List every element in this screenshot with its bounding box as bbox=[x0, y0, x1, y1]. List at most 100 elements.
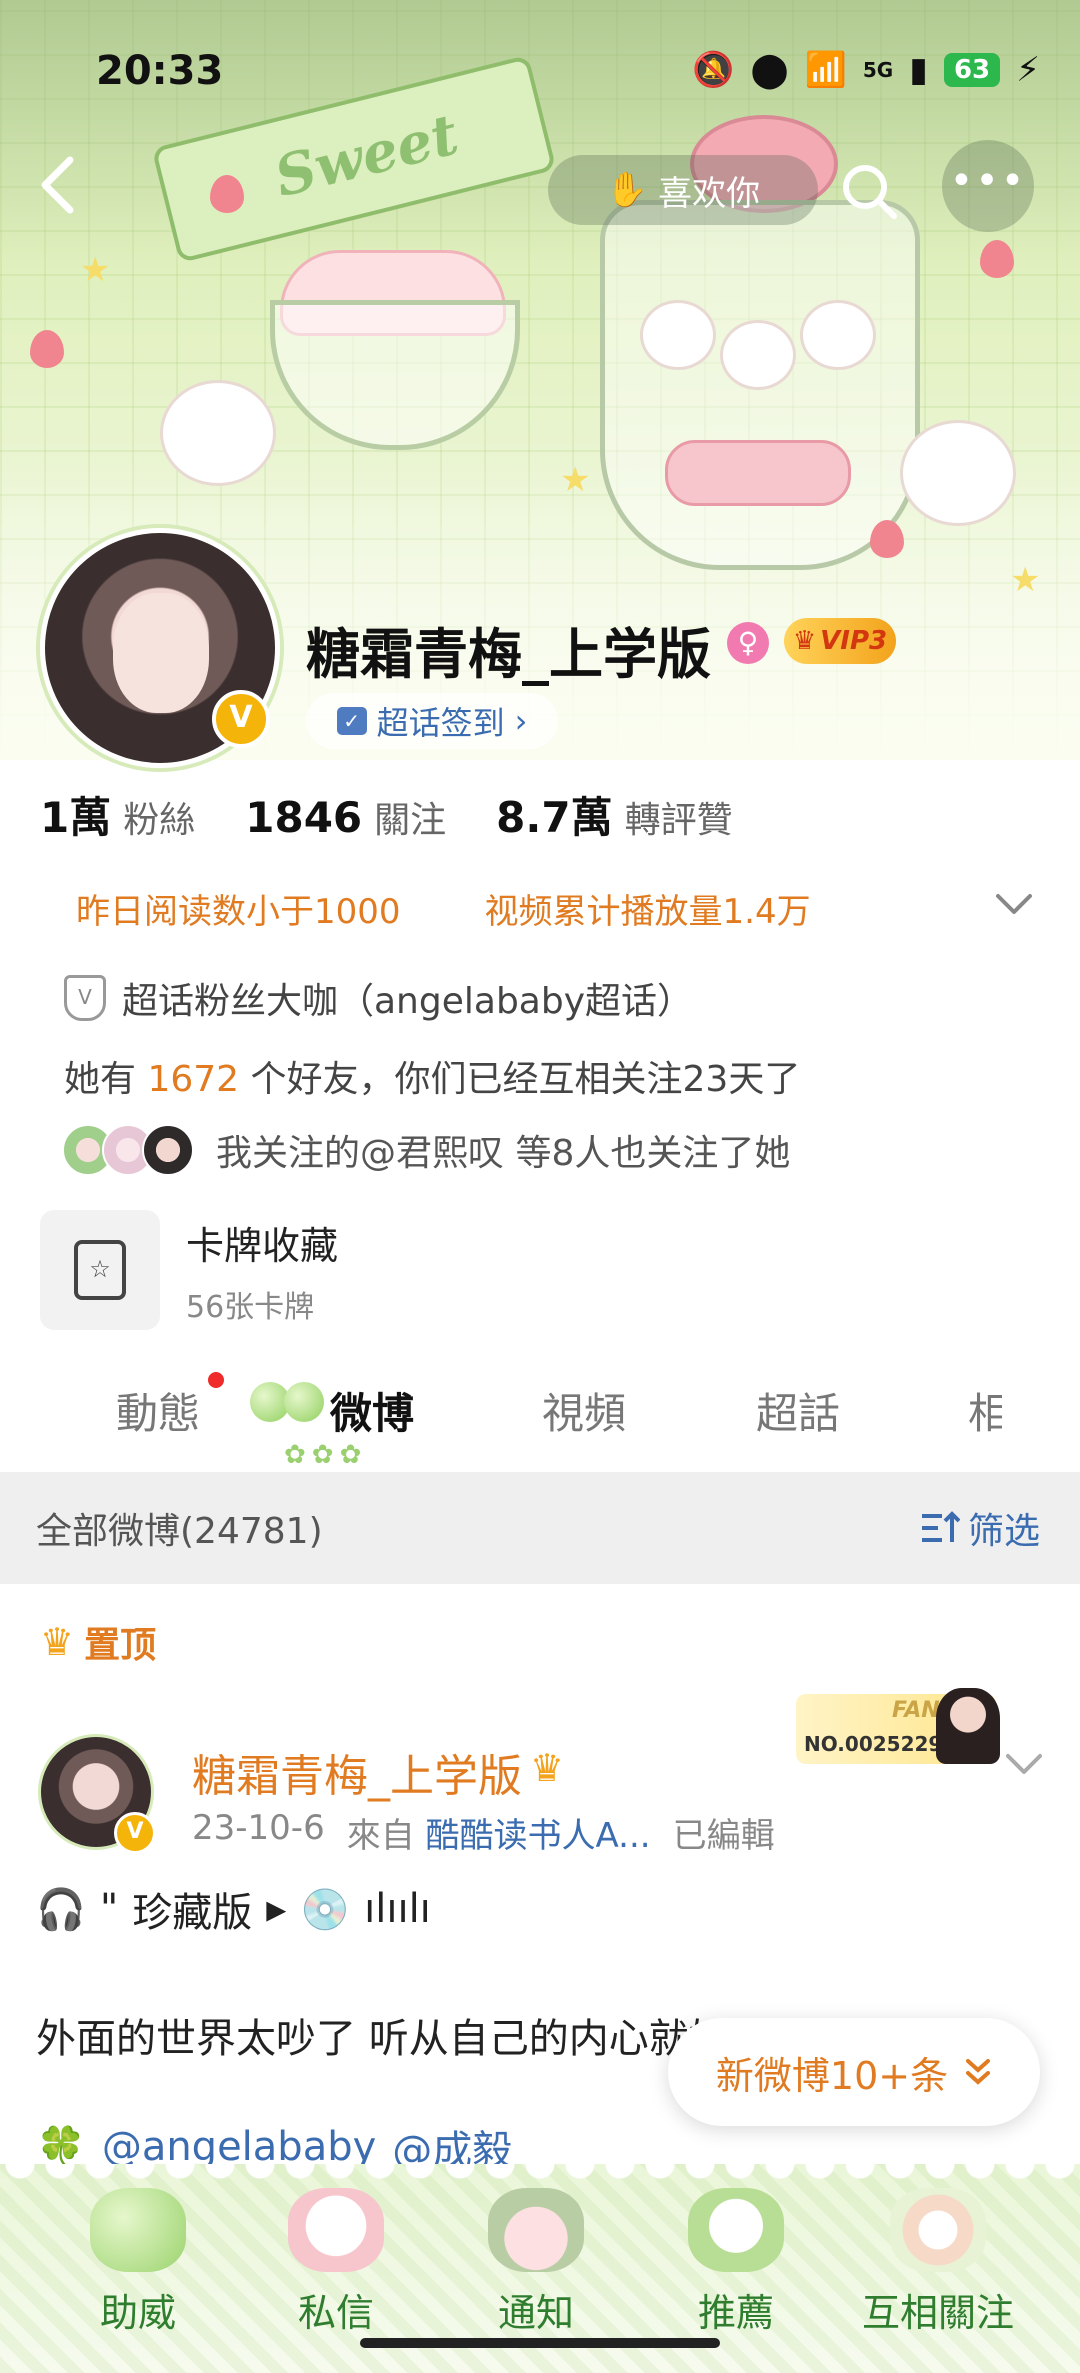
fans-number: NO.0025229 bbox=[804, 1732, 943, 1756]
from-prefix: 來自 bbox=[346, 1816, 415, 1856]
tab-supertopic[interactable]: 超話 bbox=[756, 1380, 840, 1441]
notify-label: 通知 bbox=[497, 2291, 574, 2335]
location-pin-icon: ⬤ bbox=[750, 50, 789, 90]
wifi-icon: 📶 bbox=[804, 50, 847, 90]
super-topic-checkin-button[interactable]: ✓ 超话签到 › bbox=[306, 693, 558, 749]
search-button[interactable] bbox=[838, 160, 902, 224]
friends-prefix: 她有 bbox=[64, 1059, 148, 1100]
home-indicator[interactable] bbox=[360, 2338, 720, 2348]
cheer-button[interactable]: 助威 bbox=[58, 2188, 218, 2337]
card-collection[interactable]: ☆ 卡牌收藏 56张卡牌 bbox=[40, 1210, 338, 1330]
filter-label: 筛选 bbox=[967, 1511, 1040, 1552]
status-time: 20:33 bbox=[96, 48, 224, 94]
fans-badge-photo bbox=[936, 1688, 1000, 1764]
post-from-label: 來自 酷酷读书人A... bbox=[347, 1808, 651, 1857]
superfan-label: 超话粉丝大咖（angelababy超话） bbox=[122, 981, 694, 1022]
quote-mark: " bbox=[99, 1886, 119, 1932]
expand-profile-button[interactable] bbox=[994, 880, 1034, 926]
member-crown-icon: ♛ bbox=[530, 1746, 565, 1790]
jar-bow bbox=[665, 440, 851, 506]
new-posts-button[interactable]: 新微博10+条 bbox=[668, 2018, 1040, 2126]
signal-icon: ▮ bbox=[909, 50, 928, 90]
chevron-down-icon bbox=[1006, 1754, 1042, 1774]
tab-videos[interactable]: 視頻 bbox=[542, 1380, 626, 1441]
message-button[interactable]: 私信 bbox=[256, 2188, 416, 2337]
battery-level: 63 bbox=[943, 53, 1001, 87]
followers-label[interactable]: 粉絲 bbox=[123, 791, 195, 843]
vip-label: VIP3 bbox=[820, 626, 888, 656]
post-author-name[interactable]: 糖霜青梅_上学版 bbox=[192, 1740, 522, 1804]
star-decoration: ★ bbox=[1010, 560, 1041, 600]
recommend-label: 推薦 bbox=[697, 2291, 774, 2335]
cheer-icon bbox=[90, 2188, 186, 2272]
friends-count[interactable]: 1672 bbox=[147, 1059, 239, 1100]
disc-icon: 💿 bbox=[300, 1886, 351, 1933]
strawberry-decoration bbox=[980, 240, 1014, 278]
more-button[interactable]: ••• bbox=[942, 140, 1034, 232]
notify-button[interactable]: 通知 bbox=[456, 2188, 616, 2337]
strawberry-decoration bbox=[30, 330, 64, 368]
post-edited: 已編輯 bbox=[672, 1816, 775, 1856]
interactions-label[interactable]: 轉評贊 bbox=[625, 791, 733, 843]
pinned-text: 置顶 bbox=[84, 1625, 157, 1666]
friends-suffix: 个好友，你们已经互相关注23天了 bbox=[239, 1059, 801, 1100]
star-decoration: ★ bbox=[80, 250, 111, 290]
bear-illustration bbox=[720, 320, 796, 390]
strawberry-decoration bbox=[210, 175, 244, 213]
mutual-follow-label: 互相關注 bbox=[861, 2291, 1014, 2335]
card-collection-icon-box: ☆ bbox=[40, 1210, 160, 1330]
checkin-label: 超话签到 bbox=[376, 704, 505, 742]
filter-button[interactable]: 筛选 bbox=[920, 1502, 1040, 1554]
audio-bars: ılıılı bbox=[364, 1886, 431, 1932]
strawberry-decoration bbox=[870, 520, 904, 558]
card-collection-subtitle: 56张卡牌 bbox=[186, 1289, 315, 1325]
mutual-follow-button[interactable]: 互相關注 bbox=[848, 2188, 1028, 2337]
mutual-follow-icon bbox=[890, 2188, 986, 2272]
card-collection-text: 卡牌收藏 56张卡牌 bbox=[186, 1215, 338, 1326]
mutual-avatars bbox=[62, 1124, 194, 1176]
like-you-button[interactable]: ✋ 喜欢你 bbox=[548, 155, 818, 225]
avatar bbox=[142, 1124, 194, 1176]
mutual-follow-row[interactable]: 我关注的@君熙叹 等8人也关注了她 bbox=[62, 1124, 790, 1176]
profile-highlights: 昨日阅读数小于1000 视频累计播放量1.4万 bbox=[76, 884, 811, 933]
post-source[interactable]: 酷酷读书人A... bbox=[426, 1816, 651, 1856]
following-count[interactable]: 1846 bbox=[245, 793, 362, 842]
crown-icon: ♛ bbox=[792, 626, 817, 656]
card-collection-title: 卡牌收藏 bbox=[186, 1223, 339, 1268]
shield-icon: V bbox=[64, 975, 106, 1021]
chevron-right-icon: › bbox=[514, 702, 528, 740]
card-star-icon: ☆ bbox=[74, 1240, 126, 1300]
tab-dynamics[interactable]: 動態 bbox=[116, 1380, 200, 1441]
chevron-left-icon bbox=[41, 156, 74, 214]
network-type: 5G bbox=[862, 58, 894, 82]
like-you-label: 喜欢你 bbox=[658, 173, 761, 214]
sundae-illustration bbox=[270, 300, 520, 450]
tab-album[interactable]: 相 bbox=[968, 1380, 1002, 1441]
recommend-button[interactable]: 推薦 bbox=[656, 2188, 816, 2337]
post-menu-button[interactable] bbox=[1004, 1740, 1044, 1786]
green-ball-icon bbox=[284, 1382, 324, 1422]
superfan-row[interactable]: V 超话粉丝大咖（angelababy超话） bbox=[64, 972, 693, 1024]
bear-illustration bbox=[900, 420, 1016, 526]
calendar-check-icon: ✓ bbox=[336, 707, 367, 735]
followers-count[interactable]: 1萬 bbox=[40, 784, 111, 845]
vip-badge[interactable]: ♛ VIP3 bbox=[784, 618, 896, 664]
profile-tabs: 動態 微博 視頻 超話 相 bbox=[0, 1370, 1080, 1470]
back-button[interactable] bbox=[30, 150, 100, 220]
post-collection-text: 珍藏版 bbox=[132, 1890, 253, 1936]
bear-illustration bbox=[800, 300, 876, 370]
mute-bell-icon: 🔕 bbox=[692, 50, 735, 90]
verified-badge-icon: V bbox=[114, 1812, 156, 1854]
star-decoration: ★ bbox=[560, 460, 591, 500]
tab-weibo[interactable]: 微博 bbox=[330, 1380, 414, 1441]
profile-stats: 1萬 粉絲 1846 關注 8.7萬 轉評贊 bbox=[40, 784, 783, 845]
more-dots-icon: ••• bbox=[949, 158, 1027, 204]
avatar-face bbox=[113, 593, 209, 713]
notify-icon bbox=[488, 2188, 584, 2272]
post-meta: 23-10-6 來自 酷酷读书人A... 已編輯 bbox=[192, 1808, 775, 1857]
following-label[interactable]: 關注 bbox=[374, 791, 446, 843]
interactions-count[interactable]: 8.7萬 bbox=[496, 784, 612, 845]
bear-illustration bbox=[640, 300, 716, 370]
unread-dot bbox=[208, 1372, 224, 1388]
cheer-label: 助威 bbox=[99, 2291, 176, 2335]
